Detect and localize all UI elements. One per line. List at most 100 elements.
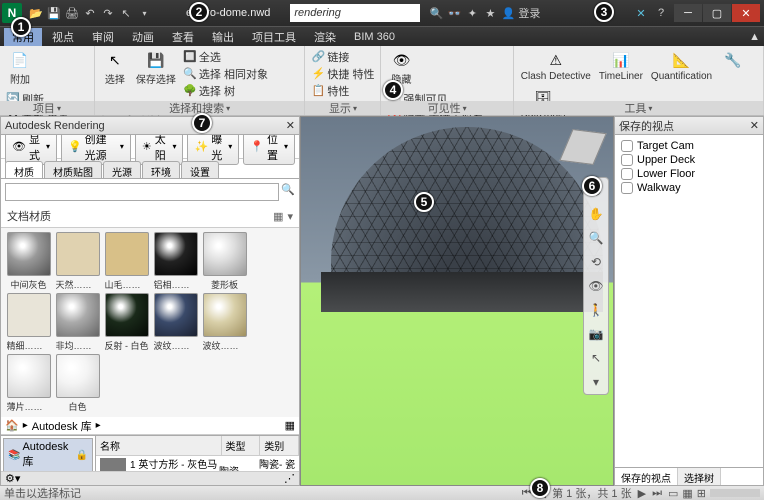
- column-header[interactable]: 类别: [260, 436, 299, 455]
- menu-BIM 360[interactable]: BIM 360: [346, 30, 403, 44]
- help-icon[interactable]: ?: [653, 5, 669, 21]
- ribbon-btn-Quantification[interactable]: 📐Quantification: [648, 48, 715, 84]
- select-icon[interactable]: ↖: [118, 5, 134, 21]
- home-icon[interactable]: 🏠: [5, 419, 19, 432]
- library-row[interactable]: 1 英寸方形 - 灰色马赛克陶瓷陶瓷- 瓷砖: [96, 456, 299, 471]
- search-icon[interactable]: 🔍: [281, 183, 295, 201]
- menu-动画[interactable]: 动画: [124, 28, 162, 46]
- ribbon-btn-[interactable]: 🔧: [717, 48, 749, 73]
- viewpoint-item[interactable]: Lower Floor: [619, 167, 759, 181]
- tab-选择树[interactable]: 选择树: [678, 468, 721, 485]
- close-icon[interactable]: ✕: [750, 119, 759, 132]
- viewpoint-item[interactable]: Walkway: [619, 181, 759, 195]
- tab-材质贴图[interactable]: 材质贴图: [44, 161, 102, 178]
- close-icon[interactable]: ✕: [286, 119, 295, 132]
- ribbon-btn-选择 相同对象[interactable]: 🔍选择 相同对象: [181, 65, 270, 82]
- column-header[interactable]: 名称: [96, 436, 222, 455]
- next-page-icon[interactable]: ▶: [636, 487, 648, 500]
- tab-保存的视点[interactable]: 保存的视点: [615, 468, 678, 485]
- pan-icon[interactable]: ✋: [586, 204, 606, 224]
- orbit-icon[interactable]: ⟲: [586, 252, 606, 272]
- binoculars-icon[interactable]: 👓: [446, 5, 462, 21]
- ribbon-btn-选择[interactable]: ↖选择: [99, 48, 131, 88]
- viewpoint-item[interactable]: Target Cam: [619, 139, 759, 153]
- user-icon[interactable]: 👤: [500, 5, 516, 21]
- ribbon-btn-Clash Detective[interactable]: ⚠Clash Detective: [518, 48, 594, 84]
- view-mode-icon[interactable]: ⊞: [697, 487, 706, 500]
- ribbon-btn-快捷 特性[interactable]: ⚡快捷 特性: [309, 65, 376, 82]
- ribbon-btn-附加[interactable]: 📄附加: [4, 48, 36, 88]
- rendering-panel-header: Autodesk Rendering ✕: [1, 117, 299, 135]
- material-item[interactable]: 精细…白色: [5, 293, 52, 352]
- star-icon[interactable]: ★: [482, 5, 498, 21]
- more-icon[interactable]: ▾: [586, 372, 606, 392]
- ribbon-btn-选择 树[interactable]: 🌳选择 树: [181, 82, 270, 99]
- save-icon[interactable]: 💾: [46, 5, 62, 21]
- callout-3: 3: [594, 2, 614, 22]
- resize-grip-icon[interactable]: ⋰: [284, 472, 295, 485]
- maximize-button[interactable]: ▢: [703, 4, 731, 22]
- material-grid: 中间灰色天然…装饰山毛…米灰铝相…色阳菱形板精细…白色非均…灰色反射 - 白色波…: [1, 228, 299, 417]
- tab-设置[interactable]: 设置: [181, 161, 219, 178]
- key-icon[interactable]: ✦: [464, 5, 480, 21]
- tab-环境[interactable]: 环境: [142, 161, 180, 178]
- walk-icon[interactable]: 🚶: [586, 300, 606, 320]
- view-mode-icon[interactable]: ▭: [668, 487, 678, 500]
- open-icon[interactable]: 📂: [28, 5, 44, 21]
- material-item[interactable]: 波纹…绿色: [201, 293, 248, 352]
- look-icon[interactable]: 👁: [586, 276, 606, 296]
- material-item[interactable]: 非均…灰色: [54, 293, 101, 352]
- search-icon[interactable]: 🔍: [428, 5, 444, 21]
- camera-icon[interactable]: 📷: [586, 324, 606, 344]
- manage-icon[interactable]: ⚙▾: [5, 472, 20, 485]
- zoom-icon[interactable]: 🔍: [586, 228, 606, 248]
- exchange-icon[interactable]: ✕: [633, 5, 649, 21]
- material-item[interactable]: 薄片…米色: [5, 354, 52, 413]
- ribbon-btn-全选[interactable]: 🔲全选: [181, 48, 270, 65]
- crumb-item[interactable]: Autodesk 库: [32, 418, 92, 434]
- last-page-icon[interactable]: ⏭: [650, 487, 664, 500]
- column-header[interactable]: 类型: [222, 436, 261, 455]
- menu-查看[interactable]: 查看: [164, 28, 202, 46]
- library-header[interactable]: 📚 Autodesk 库 🔒: [3, 438, 93, 471]
- select-icon[interactable]: ↖: [586, 348, 606, 368]
- material-item[interactable]: 反射 - 白色: [103, 293, 150, 352]
- list-view-icon[interactable]: ▦: [273, 210, 283, 223]
- 3d-viewport[interactable]: ◎ ✋ 🔍 ⟲ 👁 🚶 📷 ↖ ▾: [300, 116, 614, 486]
- menu-视点[interactable]: 视点: [44, 28, 82, 46]
- print-icon[interactable]: 🖨: [64, 5, 80, 21]
- menu-审阅[interactable]: 审阅: [84, 28, 122, 46]
- material-item[interactable]: 波纹…蓝色: [152, 293, 199, 352]
- ribbon-btn-保存选择[interactable]: 💾保存选择: [133, 48, 179, 88]
- material-item[interactable]: 白色: [54, 354, 101, 413]
- menu-输出[interactable]: 输出: [204, 28, 242, 46]
- view-mode-icon[interactable]: ▦: [682, 487, 692, 500]
- redo-icon[interactable]: ↷: [100, 5, 116, 21]
- ribbon-btn-链接[interactable]: 🔗链接: [309, 48, 376, 65]
- qat-dropdown[interactable]: [136, 5, 152, 21]
- material-item[interactable]: 中间灰色: [5, 232, 52, 291]
- material-item[interactable]: 铝相…色阳: [152, 232, 199, 291]
- ribbon-btn-TimeLiner[interactable]: 📊TimeLiner: [596, 48, 646, 84]
- list-view-icon[interactable]: ▦: [285, 420, 295, 432]
- search-input[interactable]: rendering: [290, 4, 420, 22]
- render-tabs: 材质材质贴图光源环境设置: [1, 159, 299, 179]
- view-cube[interactable]: [559, 123, 607, 171]
- tab-光源[interactable]: 光源: [103, 161, 141, 178]
- material-item[interactable]: 天然…装饰: [54, 232, 101, 291]
- menu-项目工具[interactable]: 项目工具: [244, 28, 304, 46]
- material-item[interactable]: 菱形板: [201, 232, 248, 291]
- minimize-button[interactable]: ─: [674, 4, 702, 22]
- sort-icon[interactable]: ▾: [287, 210, 293, 223]
- tab-材质[interactable]: 材质: [5, 161, 43, 178]
- undo-icon[interactable]: ↶: [82, 5, 98, 21]
- ribbon-btn-特性[interactable]: 📋特性: [309, 82, 376, 99]
- close-button[interactable]: ✕: [732, 4, 760, 22]
- material-search[interactable]: [5, 183, 279, 201]
- login-label[interactable]: 登录: [518, 5, 540, 21]
- material-item[interactable]: 山毛…米灰: [103, 232, 150, 291]
- menu-渲染[interactable]: 渲染: [306, 28, 344, 46]
- ribbon: 📄附加🔄刷新♻全部 重置📁文件 选项项目 ▾↖选择💾保存选择🔲全选🔍选择 相同对…: [0, 46, 764, 116]
- collapse-ribbon-icon[interactable]: ▲: [749, 31, 760, 43]
- viewpoint-item[interactable]: Upper Deck: [619, 153, 759, 167]
